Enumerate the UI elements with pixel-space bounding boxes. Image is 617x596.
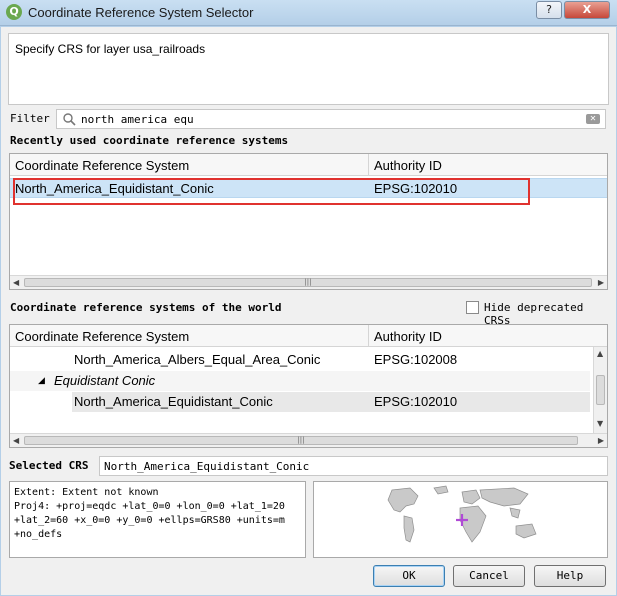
qgis-app-icon: Q — [6, 4, 22, 20]
crs-details-panel: Extent: Extent not known Proj4: +proj=eq… — [9, 481, 306, 558]
search-icon — [63, 113, 76, 126]
world-table-header: Coordinate Reference System Authority ID — [10, 325, 607, 347]
recent-table-header: Coordinate Reference System Authority ID — [10, 154, 607, 176]
world-crs-title: Coordinate reference systems of the worl… — [10, 301, 282, 314]
world-vertical-scrollbar[interactable]: ▲ ▼ — [593, 347, 607, 433]
hide-deprecated-checkbox[interactable] — [466, 301, 479, 314]
selected-crs-field: North_America_Equidistant_Conic — [99, 456, 608, 476]
window-title: Coordinate Reference System Selector — [28, 5, 254, 20]
world-row-name: North_America_Albers_Equal_Area_Conic — [74, 352, 321, 367]
world-map-icon — [387, 485, 537, 543]
world-horizontal-scrollbar[interactable]: ◀ ||| ▶ — [10, 433, 607, 447]
clear-filter-icon[interactable]: ✕ — [586, 114, 600, 124]
recent-horizontal-scrollbar[interactable]: ◀ ||| ▶ — [10, 275, 607, 289]
world-scroll-thumb[interactable] — [596, 375, 605, 405]
recent-crs-table: Coordinate Reference System Authority ID… — [9, 153, 608, 290]
crs-details-text: Extent: Extent not known Proj4: +proj=eq… — [14, 486, 285, 542]
group-label: Equidistant Conic — [54, 373, 156, 388]
header-divider — [368, 154, 369, 176]
filter-label: Filter — [10, 112, 50, 125]
recent-scroll-thumb[interactable]: ||| — [24, 278, 592, 287]
title-bar: Q Coordinate Reference System Selector ?… — [0, 0, 617, 26]
world-row-id: EPSG:102008 — [374, 352, 458, 367]
selected-crs-label: Selected CRS — [9, 459, 89, 472]
scroll-down-arrow-icon[interactable]: ▼ — [597, 419, 603, 428]
scroll-up-arrow-icon[interactable]: ▲ — [597, 349, 603, 358]
description-text: Specify CRS for layer usa_railroads — [15, 42, 206, 56]
world-scroll-thumb-h[interactable]: ||| — [24, 436, 578, 445]
description-panel: Specify CRS for layer usa_railroads — [8, 33, 609, 105]
world-crs-table: Coordinate Reference System Authority ID… — [9, 324, 608, 448]
help-button[interactable]: Help — [534, 565, 606, 587]
help-title-button[interactable]: ? — [536, 1, 562, 19]
world-row-id: EPSG:102010 — [374, 394, 458, 409]
recent-crs-title: Recently used coordinate reference syste… — [10, 134, 289, 147]
world-row-selected[interactable]: North_America_Equidistant_Conic EPSG:102… — [72, 392, 590, 412]
world-map-preview — [313, 481, 608, 558]
details-proj4-3: +no_defs — [14, 529, 63, 540]
world-group-row[interactable]: ◢ Equidistant Conic — [10, 371, 590, 391]
close-button[interactable]: X — [564, 1, 610, 19]
ok-button[interactable]: OK — [373, 565, 445, 587]
dialog-body: Specify CRS for layer usa_railroads Filt… — [0, 26, 617, 596]
filter-input[interactable]: north america equ ✕ — [56, 109, 606, 129]
world-header-authority[interactable]: Authority ID — [374, 329, 442, 344]
scroll-left-arrow-icon[interactable]: ◀ — [13, 278, 19, 287]
scroll-right-arrow-icon[interactable]: ▶ — [598, 278, 604, 287]
recent-header-authority[interactable]: Authority ID — [374, 158, 442, 173]
highlight-annotation-box — [13, 178, 530, 205]
expand-arrow-icon[interactable]: ◢ — [38, 375, 45, 386]
cancel-button[interactable]: Cancel — [453, 565, 525, 587]
world-header-crs[interactable]: Coordinate Reference System — [15, 329, 189, 344]
details-proj4-2: +lat_2=60 +x_0=0 +y_0=0 +ellps=GRS80 +un… — [14, 515, 285, 526]
scroll-left-arrow-icon[interactable]: ◀ — [13, 436, 19, 445]
header-divider — [368, 325, 369, 347]
recent-header-crs[interactable]: Coordinate Reference System — [15, 158, 189, 173]
world-row[interactable]: North_America_Albers_Equal_Area_Conic EP… — [10, 350, 590, 370]
details-proj4-1: Proj4: +proj=eqdc +lat_0=0 +lon_0=0 +lat… — [14, 501, 285, 512]
world-row-name: North_America_Equidistant_Conic — [74, 394, 273, 409]
selected-crs-value: North_America_Equidistant_Conic — [104, 460, 310, 473]
filter-value: north america equ — [81, 113, 194, 126]
details-extent: Extent: Extent not known — [14, 487, 159, 498]
scroll-right-arrow-icon[interactable]: ▶ — [598, 436, 604, 445]
